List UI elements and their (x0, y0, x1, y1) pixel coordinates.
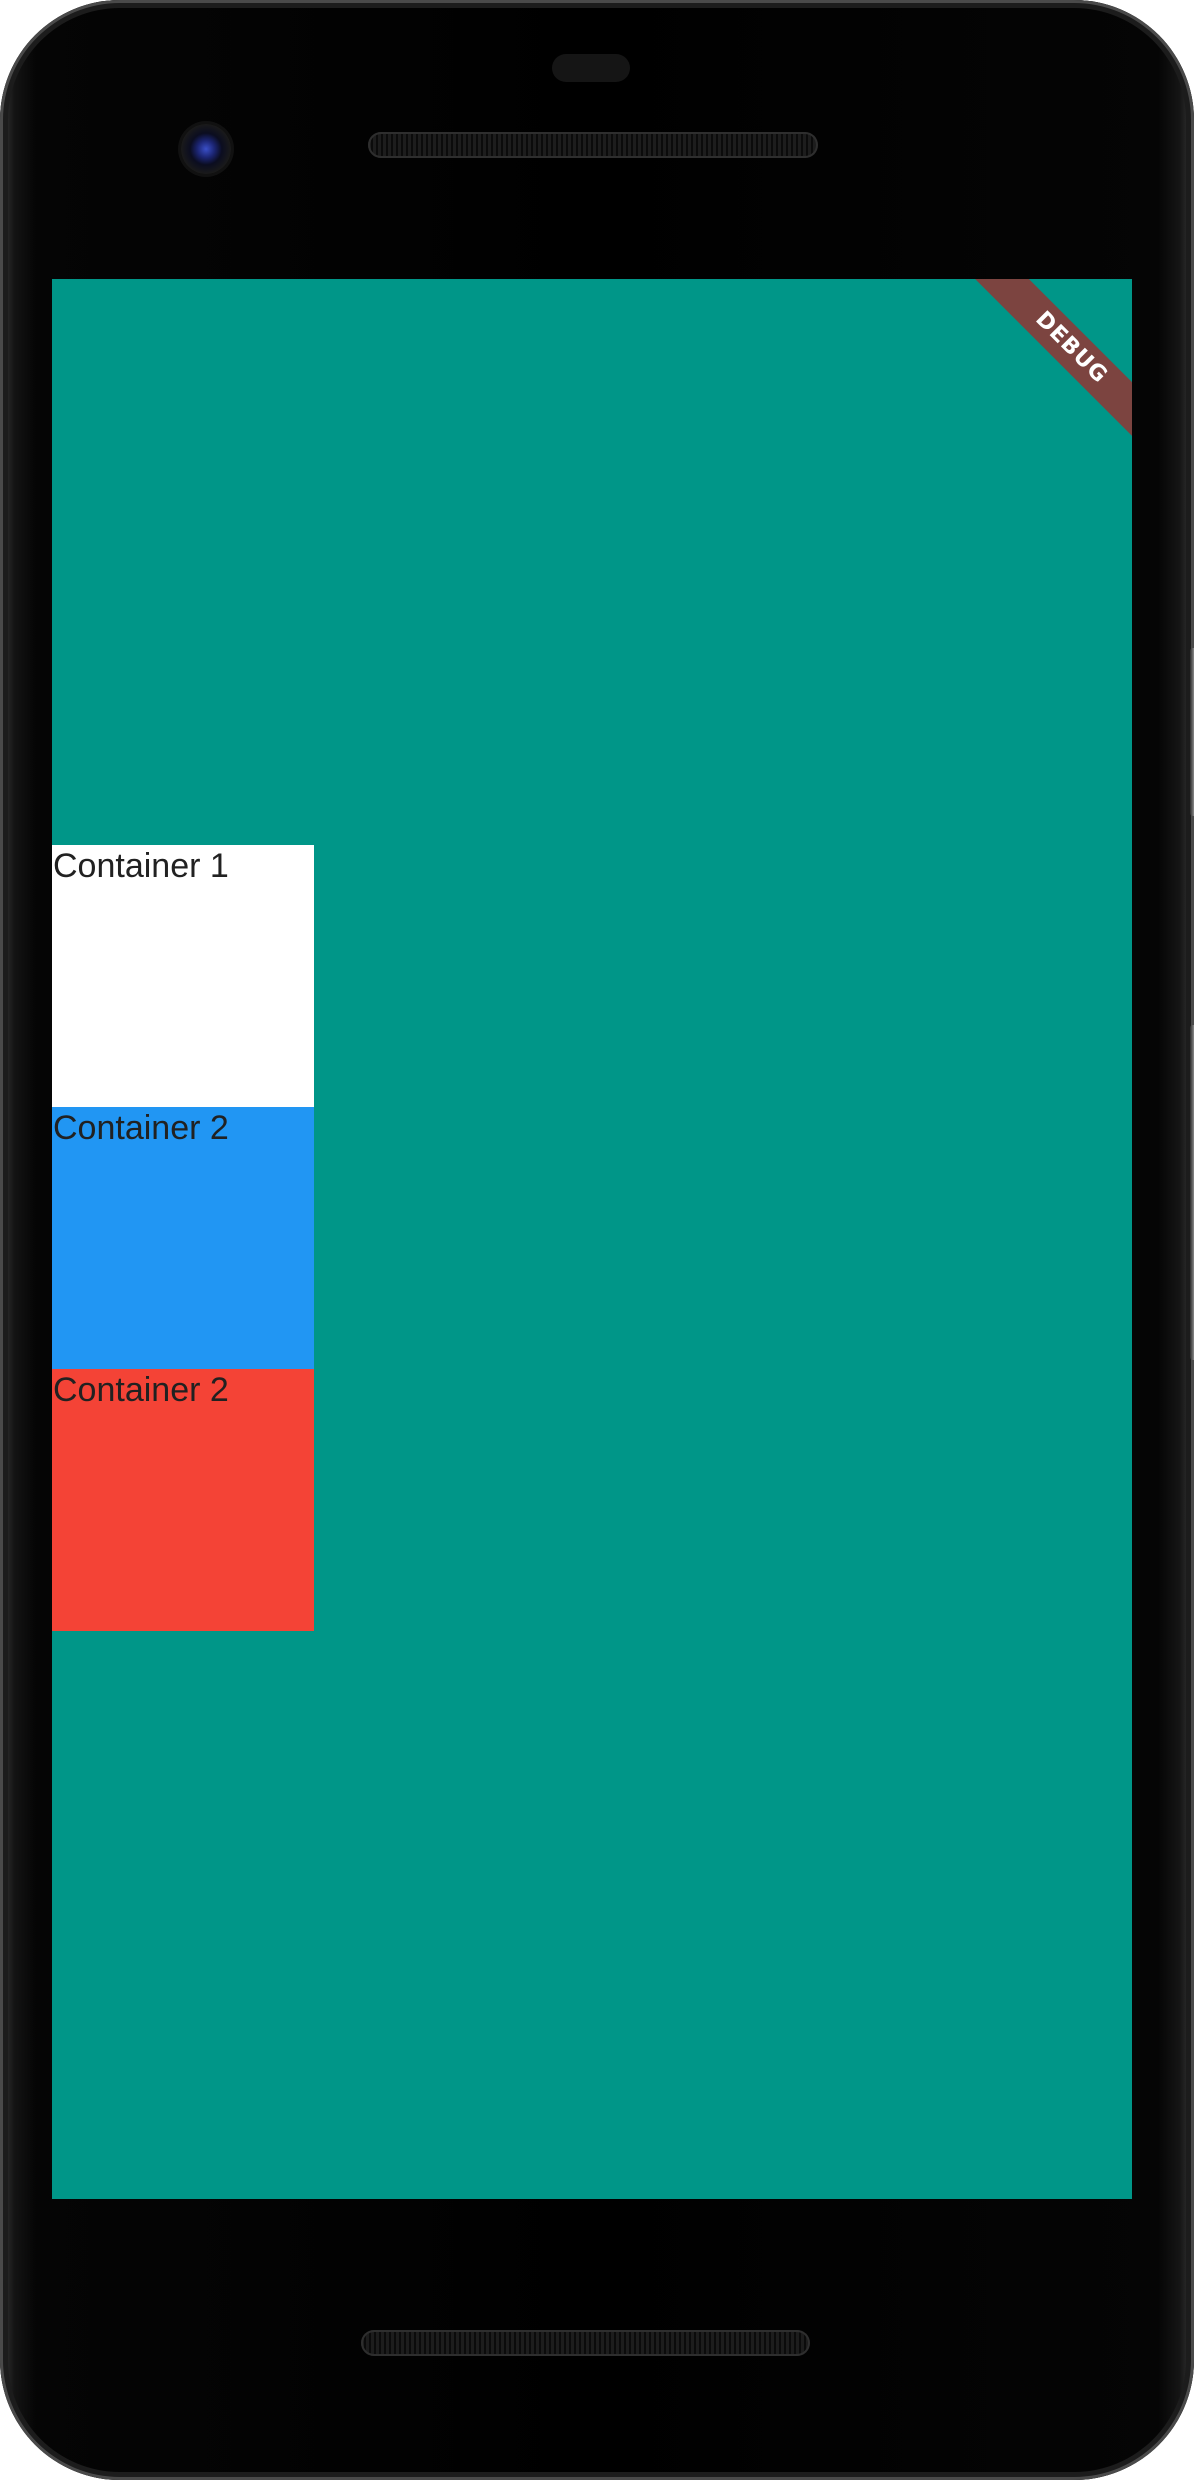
front-camera-icon (181, 124, 231, 174)
bottom-speaker-icon (361, 2330, 810, 2356)
volume-rocker[interactable] (1190, 1025, 1194, 1360)
container-2: Container 2 (52, 1107, 314, 1369)
container-1-label: Container 1 (53, 847, 229, 885)
container-1: Container 1 (52, 845, 314, 1107)
phone-frame: Container 1 Container 2 Container 2 DEBU… (0, 0, 1194, 2480)
earpiece-speaker-icon (368, 132, 818, 158)
container-3-label: Container 2 (53, 1371, 229, 1409)
debug-banner: DEBUG (964, 279, 1132, 455)
container-3: Container 2 (52, 1369, 314, 1631)
container-2-label: Container 2 (53, 1109, 229, 1147)
app-screen: Container 1 Container 2 Container 2 DEBU… (52, 279, 1132, 2199)
power-button[interactable] (1190, 648, 1194, 816)
proximity-sensor (552, 54, 630, 82)
